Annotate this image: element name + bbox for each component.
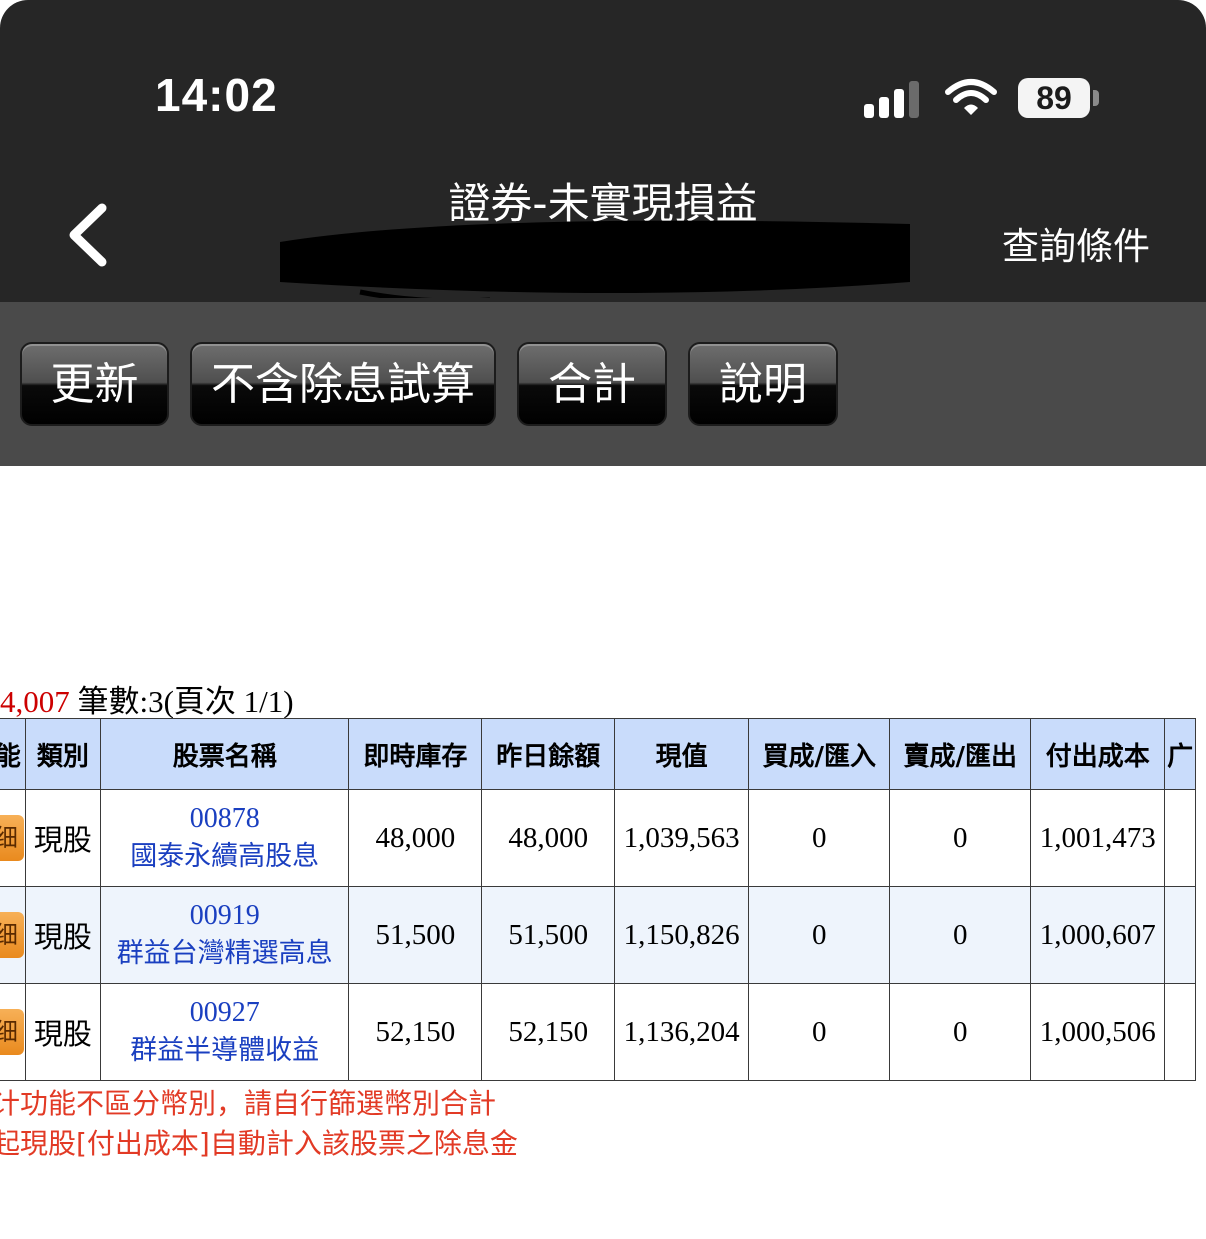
header-buy-in: 買成/匯入 [748,718,891,790]
total-amount: 4,007 [0,684,70,719]
header-paid-cost: 付出成本 [1030,718,1166,790]
stock-code-link[interactable]: 00927 [101,994,347,1032]
header-type: 類別 [24,718,101,790]
battery-icon: 89 [1018,78,1090,118]
summary-line: 4,007 筆數:3(頁次 1/1) [0,676,294,721]
header-function: 能 [0,718,26,790]
stock-cell: 00919 群益台灣精選高息 [99,886,350,984]
redaction-scribble [280,220,910,298]
stock-name-link[interactable]: 群益半導體收益 [101,1032,347,1070]
wifi-icon [945,79,997,115]
help-button[interactable]: 說明 [688,342,838,426]
detail-cell: 细 [0,983,26,1081]
truncated-cell [1164,886,1196,984]
yesterday-cell: 51,500 [481,886,616,984]
yesterday-cell: 52,150 [481,983,616,1081]
value-cell: 1,136,204 [614,983,750,1081]
detail-button[interactable]: 细 [0,912,24,958]
table-header-row: 能 類別 股票名稱 即時庫存 昨日餘額 現值 買成/匯入 賣成/匯出 付出成本 … [0,718,1196,790]
cost-cell: 1,000,607 [1030,886,1166,984]
value-cell: 1,039,563 [614,789,750,887]
toolbar: 更新 不含除息試算 合計 說明 [0,302,1206,466]
header-realtime-stock: 即時庫存 [348,718,483,790]
detail-cell: 细 [0,789,26,887]
yesterday-cell: 48,000 [481,789,616,887]
detail-button[interactable]: 细 [0,1009,24,1055]
header-truncated: 广 [1164,718,1196,790]
footnotes: 计功能不區分幣別，請自行篩選幣別合計 起現股[付出成本]自動計入該股票之除息金 [0,1084,518,1164]
holdings-table: 能 類別 股票名稱 即時庫存 昨日餘額 現值 買成/匯入 賣成/匯出 付出成本 … [0,718,1196,1081]
table-row: 细 現股 00878 國泰永續高股息 48,000 48,000 1,039,5… [0,789,1196,887]
header-current-value: 現值 [614,718,750,790]
realtime-cell: 51,500 [348,886,483,984]
header-stock-name: 股票名稱 [99,718,350,790]
exclude-dividend-calc-button[interactable]: 不含除息試算 [190,342,496,426]
stock-name-link[interactable]: 群益台灣精選高息 [101,935,347,973]
type-cell: 現股 [24,886,101,984]
record-count: 筆數:3(頁次 1/1) [69,684,294,719]
stock-cell: 00878 國泰永續高股息 [99,789,350,887]
type-cell: 現股 [24,789,101,887]
realtime-cell: 52,150 [348,983,483,1081]
stock-name-link[interactable]: 國泰永續高股息 [101,838,347,876]
stock-code-link[interactable]: 00878 [101,800,347,838]
cost-cell: 1,000,506 [1030,983,1166,1081]
buy-cell: 0 [748,886,891,984]
stock-cell: 00927 群益半導體收益 [99,983,350,1081]
stock-code-link[interactable]: 00919 [101,897,347,935]
buy-cell: 0 [748,983,891,1081]
truncated-cell [1164,983,1196,1081]
table-row: 细 現股 00919 群益台灣精選高息 51,500 51,500 1,150,… [0,886,1196,984]
sell-cell: 0 [889,789,1032,887]
value-cell: 1,150,826 [614,886,750,984]
sell-cell: 0 [889,886,1032,984]
type-cell: 現股 [24,983,101,1081]
truncated-cell [1164,789,1196,887]
table-row: 细 現股 00927 群益半導體收益 52,150 52,150 1,136,2… [0,983,1196,1081]
cost-cell: 1,001,473 [1030,789,1166,887]
refresh-button[interactable]: 更新 [20,342,169,426]
detail-button[interactable]: 细 [0,815,24,861]
header-sell-out: 賣成/匯出 [889,718,1032,790]
status-time: 14:02 [155,69,278,121]
header-yesterday-balance: 昨日餘額 [481,718,616,790]
total-button[interactable]: 合計 [517,342,667,426]
detail-cell: 细 [0,886,26,984]
footnote-currency: 计功能不區分幣別，請自行篩選幣別合計 [0,1087,497,1120]
cellular-signal-icon [864,78,924,118]
buy-cell: 0 [748,789,891,887]
battery-tip [1093,90,1099,106]
footnote-dividend: 起現股[付出成本]自動計入該股票之除息金 [0,1127,518,1160]
query-conditions-button[interactable]: 查詢條件 [1002,216,1150,270]
sell-cell: 0 [889,983,1032,1081]
realtime-cell: 48,000 [348,789,483,887]
